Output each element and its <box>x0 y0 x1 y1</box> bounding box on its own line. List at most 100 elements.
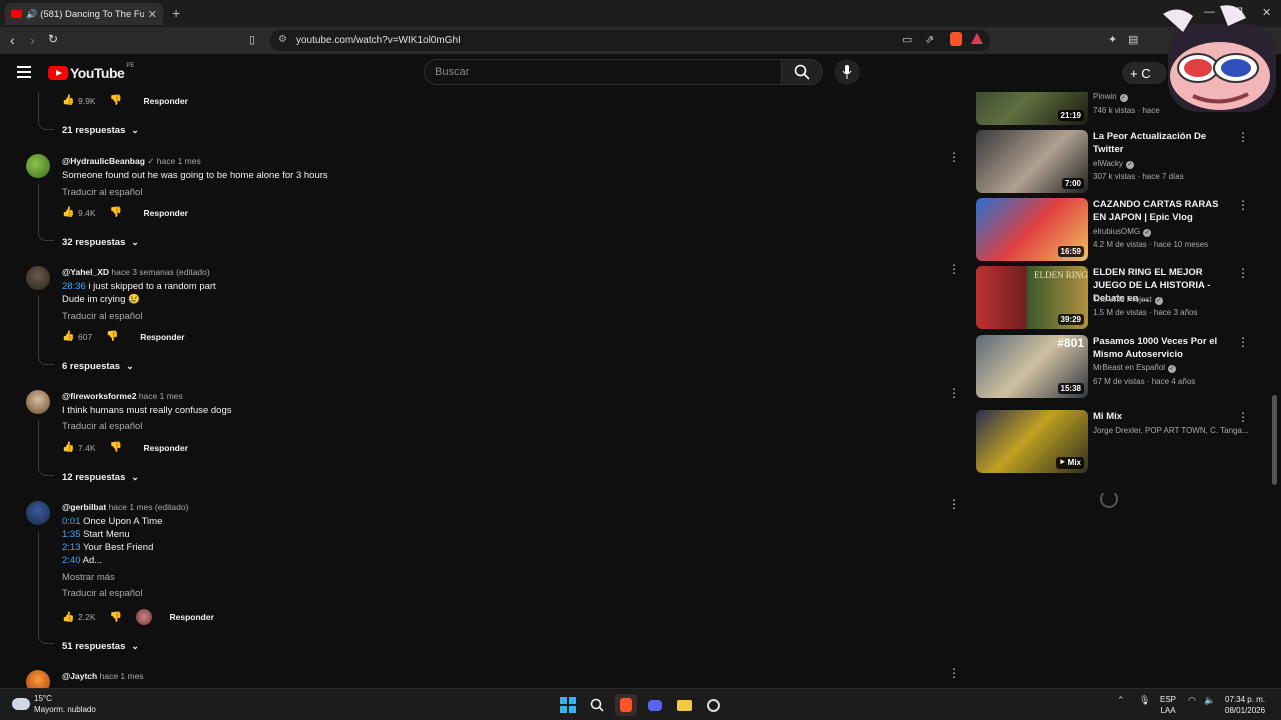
share-icon[interactable]: ⇗ <box>925 33 934 46</box>
more-actions-icon[interactable]: ⋮ <box>1237 130 1249 144</box>
like-icon[interactable]: 👍 <box>62 95 74 106</box>
reply-button[interactable]: Responder <box>140 332 184 342</box>
bookmark-icon[interactable]: ▯ <box>249 33 255 46</box>
comment-author[interactable]: @HydraulicBeanbag <box>62 156 145 166</box>
like-icon[interactable]: 👍 <box>62 331 74 342</box>
avatar[interactable] <box>26 670 50 688</box>
new-tab-icon[interactable]: + <box>172 5 180 21</box>
scrollbar[interactable] <box>1272 395 1277 485</box>
avatar[interactable] <box>26 266 50 290</box>
youtube-logo[interactable]: YouTube PE <box>48 63 134 81</box>
channel-name[interactable]: The Wild Project ✓ <box>1093 295 1163 305</box>
video-thumbnail[interactable]: 7:00 <box>976 130 1088 193</box>
avatar[interactable] <box>26 501 50 525</box>
replies-toggle[interactable]: 12 respuestas ⌄ <box>62 472 139 483</box>
show-more-link[interactable]: Mostrar más <box>62 572 115 583</box>
avatar[interactable] <box>26 154 50 178</box>
replies-toggle[interactable]: 6 respuestas ⌄ <box>62 361 134 372</box>
comment-author[interactable]: @fireworksforme2 <box>62 391 136 401</box>
url-field[interactable]: ⚙ youtube.com/watch?v=WIK1ol0mGhI <box>270 30 990 51</box>
replies-toggle[interactable]: 51 respuestas ⌄ <box>62 641 139 652</box>
channel-name[interactable]: Pinwin ✓ <box>1093 92 1128 102</box>
weather-widget[interactable]: 15°C Mayorm. nublado <box>12 693 96 715</box>
avatar[interactable] <box>26 390 50 414</box>
more-actions-icon[interactable]: ⋮ <box>1237 266 1249 280</box>
menu-icon[interactable] <box>17 66 31 81</box>
windows-start-icon[interactable] <box>557 694 579 716</box>
search-icon[interactable] <box>586 694 608 716</box>
site-info-icon[interactable]: ⚙ <box>278 34 287 45</box>
replies-toggle[interactable]: 32 respuestas ⌄ <box>62 237 139 248</box>
timestamp-link[interactable]: 0:01 <box>62 516 81 527</box>
more-actions-icon[interactable]: ⋮ <box>948 667 960 679</box>
comment-time[interactable]: hace 1 mes <box>157 156 201 166</box>
video-title[interactable]: Mi Mix <box>1093 410 1223 423</box>
dislike-icon[interactable]: 👎 <box>110 612 122 623</box>
translate-link[interactable]: Traducir al español <box>62 187 142 198</box>
video-thumbnail[interactable]: 16:59 <box>976 198 1088 261</box>
more-actions-icon[interactable]: ⋮ <box>1237 335 1249 349</box>
channel-name[interactable]: elrubiusOMG ✓ <box>1093 227 1152 237</box>
reply-button[interactable]: Responder <box>144 443 188 453</box>
more-actions-icon[interactable]: ⋮ <box>948 263 960 275</box>
timestamp-link[interactable]: 28:36 <box>62 281 86 292</box>
search-button[interactable] <box>781 59 823 85</box>
reply-button[interactable]: Responder <box>144 208 188 218</box>
system-clock[interactable]: 07:34 p. m. 08/01/2026 <box>1225 694 1265 716</box>
more-actions-icon[interactable]: ⋮ <box>1237 410 1249 424</box>
file-explorer-icon[interactable] <box>673 694 695 716</box>
translate-link[interactable]: Traducir al español <box>62 588 142 599</box>
comment-time[interactable]: hace 1 mes (editado) <box>109 502 189 512</box>
dislike-icon[interactable]: 👎 <box>110 442 122 453</box>
video-title[interactable]: CAZANDO CARTAS RARAS EN JAPON | Epic Vlo… <box>1093 198 1223 224</box>
like-icon[interactable]: 👍 <box>62 207 74 218</box>
browser-tab[interactable]: 🔊 (581) Dancing To The Full Un ✕ <box>5 3 163 25</box>
comment-author[interactable]: @gerbilbat <box>62 502 106 512</box>
wifi-icon[interactable]: ◠ <box>1188 695 1196 706</box>
video-thumbnail[interactable]: ELDEN RING 39:29 <box>976 266 1088 329</box>
brave-browser-icon[interactable] <box>615 694 637 716</box>
cast-icon[interactable]: ▭ <box>902 33 912 46</box>
dislike-icon[interactable]: 👎 <box>110 95 122 106</box>
video-thumbnail[interactable]: #801 15:38 <box>976 335 1088 398</box>
like-icon[interactable]: 👍 <box>62 612 74 623</box>
app-icon[interactable] <box>702 694 724 716</box>
microphone-icon[interactable]: 🎙 <box>1139 695 1150 706</box>
like-icon[interactable]: 👍 <box>62 442 74 453</box>
more-actions-icon[interactable]: ⋮ <box>948 498 960 510</box>
more-actions-icon[interactable]: ⋮ <box>948 387 960 399</box>
more-actions-icon[interactable]: ⋮ <box>948 151 960 163</box>
brave-shields-icon[interactable] <box>950 32 962 46</box>
comment-time[interactable]: hace 1 mes <box>100 671 144 681</box>
voice-search-button[interactable] <box>834 59 860 85</box>
video-title[interactable]: La Peor Actualización De Twitter <box>1093 130 1223 156</box>
extensions-icon[interactable]: ✦ <box>1108 33 1117 46</box>
forward-icon[interactable]: › <box>30 32 35 48</box>
chevron-up-icon[interactable]: ⌃ <box>1117 695 1125 706</box>
close-tab-icon[interactable]: ✕ <box>148 8 157 21</box>
back-icon[interactable]: ‹ <box>10 32 15 48</box>
timestamp-link[interactable]: 2:40 <box>62 555 81 566</box>
more-actions-icon[interactable]: ⋮ <box>1237 198 1249 212</box>
dislike-icon[interactable]: 👎 <box>110 207 122 218</box>
video-thumbnail[interactable]: 21:19 <box>976 92 1088 125</box>
dislike-icon[interactable]: 👎 <box>106 331 118 342</box>
reply-button[interactable]: Responder <box>144 96 188 106</box>
language-indicator[interactable]: ESP LAA <box>1160 694 1176 716</box>
volume-icon[interactable]: 🔈 <box>1204 695 1215 706</box>
mix-thumbnail[interactable]: ⯈ Mix <box>976 410 1088 473</box>
discord-icon[interactable] <box>644 694 666 716</box>
brave-rewards-icon[interactable] <box>971 33 983 44</box>
reload-icon[interactable]: ↻ <box>48 32 58 46</box>
channel-name[interactable]: MrBeast en Español ✓ <box>1093 363 1177 373</box>
comment-author[interactable]: @Yahel_XD <box>62 267 109 277</box>
speaker-icon[interactable]: 🔊 <box>26 9 37 20</box>
video-title[interactable]: Pasamos 1000 Veces Por el Mismo Autoserv… <box>1093 335 1223 361</box>
timestamp-link[interactable]: 1:35 <box>62 529 81 540</box>
sidebar-icon[interactable]: ▤ <box>1128 33 1138 46</box>
translate-link[interactable]: Traducir al español <box>62 311 142 322</box>
translate-link[interactable]: Traducir al español <box>62 421 142 432</box>
timestamp-link[interactable]: 2:13 <box>62 542 81 553</box>
comment-time[interactable]: hace 1 mes <box>139 391 183 401</box>
comment-author[interactable]: @Jaytch <box>62 671 97 681</box>
